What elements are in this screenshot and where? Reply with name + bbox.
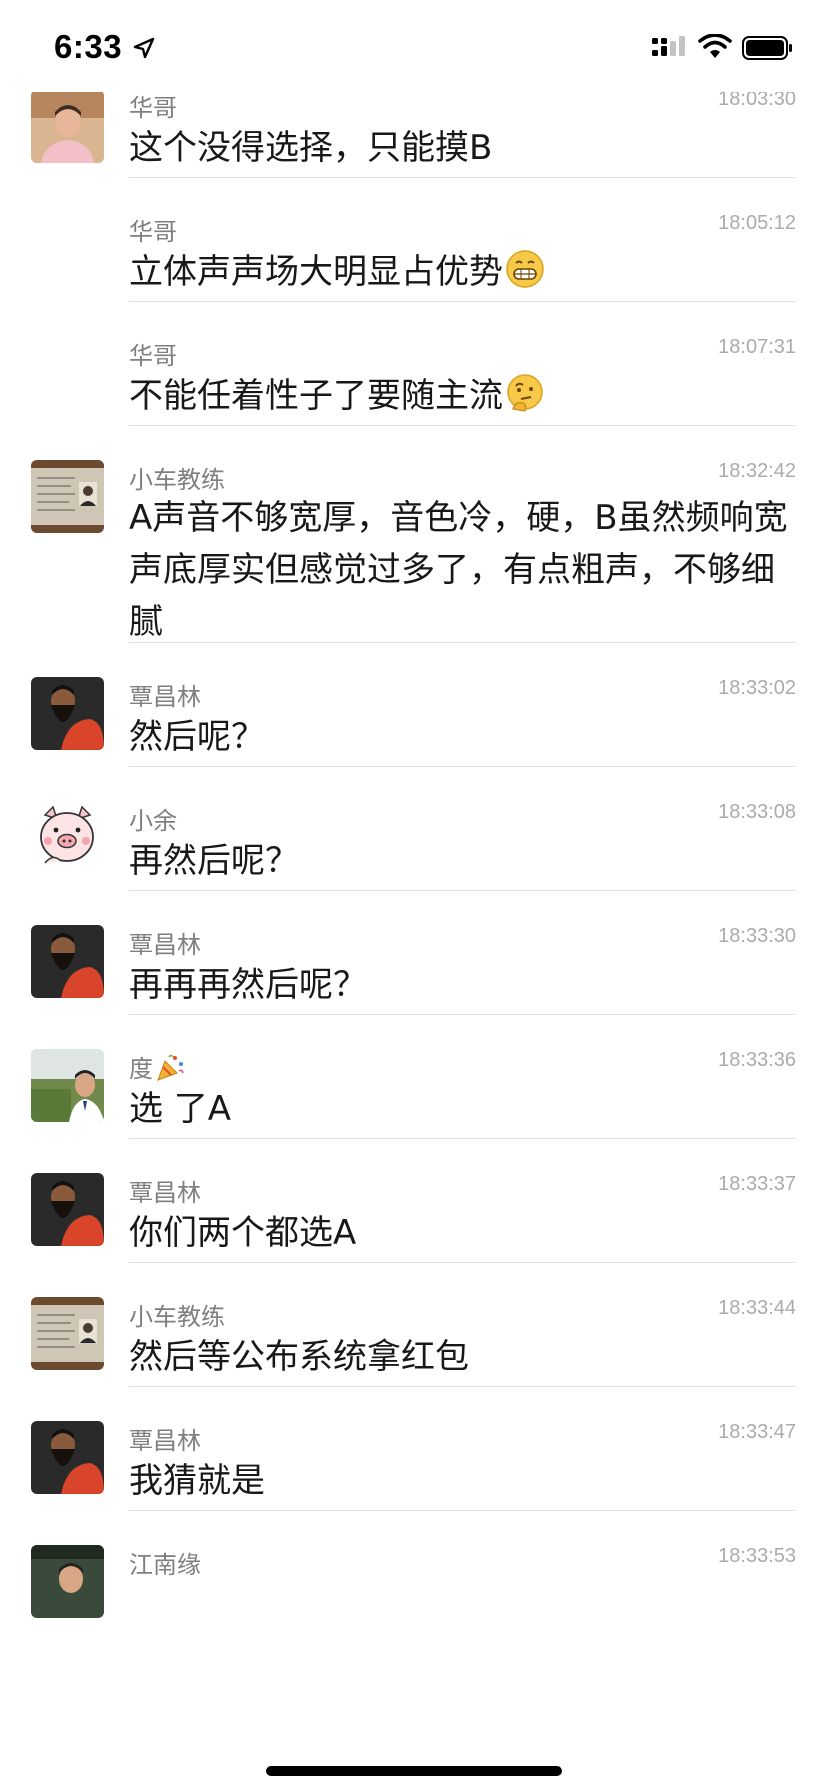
message-text-content: 不能任着性子了要随主流: [129, 376, 503, 416]
cellular-signal-icon: [652, 36, 685, 56]
message-row[interactable]: 小车教练 18:32:42 A声音不够宽厚，音色冷，硬，B虽然频响宽声底厚实但感…: [0, 426, 828, 643]
message-time: 18:33:37: [718, 1173, 796, 1195]
sender-name: 小车教练: [129, 1303, 225, 1331]
message-text[interactable]: 然后呢？: [129, 711, 801, 763]
avatar-tan-chang-lin[interactable]: [31, 677, 104, 750]
message-text[interactable]: 立体声声场大明显占优势: [129, 246, 801, 298]
message-row[interactable]: 覃昌林 18:33:47 我猜就是: [0, 1387, 828, 1511]
message-time: 18:07:31: [718, 336, 796, 358]
avatar-tan-chang-lin[interactable]: [31, 925, 104, 998]
avatar-tan-chang-lin[interactable]: [31, 1421, 104, 1494]
sender-name: 华哥: [129, 94, 177, 122]
message-text[interactable]: 再再再然后呢？: [129, 959, 801, 1011]
avatar-xiao-yu[interactable]: [31, 801, 104, 874]
sender-name: 度: [129, 1049, 185, 1084]
message-text[interactable]: 不能任着性子了要随主流: [129, 370, 801, 422]
avatar-hua-ge[interactable]: [31, 90, 104, 163]
home-indicator[interactable]: [266, 1766, 562, 1776]
message-text[interactable]: 然后等公布系统拿红包: [129, 1331, 801, 1383]
sender-name: 覃昌林: [129, 1179, 201, 1207]
message-text[interactable]: 我猜就是: [129, 1455, 801, 1507]
message-row[interactable]: 江南缘 18:33:53: [0, 1511, 828, 1618]
sender-name: 华哥: [129, 342, 177, 370]
message-text[interactable]: 选 了A: [129, 1083, 801, 1135]
battery-icon: [742, 36, 792, 60]
party-popper-emoji-icon: [157, 1054, 184, 1081]
avatar-xiao-che-jiao-lian[interactable]: [31, 460, 104, 533]
thinking-face-emoji-icon: [507, 374, 543, 412]
message-text-content: 立体声声场大明显占优势: [129, 252, 503, 292]
status-bar: 6:33: [0, 0, 828, 92]
message-time: 18:33:08: [718, 801, 796, 823]
sender-name: 覃昌林: [129, 683, 201, 711]
message-row[interactable]: 小车教练 18:33:44 然后等公布系统拿红包: [0, 1263, 828, 1387]
avatar-jiang-nan-yuan[interactable]: [31, 1545, 104, 1618]
grinning-face-emoji-icon: [506, 250, 544, 288]
chat-history-list[interactable]: 华哥 18:03:30 这个没得选择，只能摸B 华哥 18:05:12 立体声声…: [0, 80, 828, 1618]
sender-name: 小余: [129, 807, 177, 835]
message-row[interactable]: 覃昌林 18:33:37 你们两个都选A: [0, 1139, 828, 1263]
message-text[interactable]: A声音不够宽厚，音色冷，硬，B虽然频响宽声底厚实但感觉过多了，有点粗声，不够细腻: [129, 492, 801, 648]
sender-name: 江南缘: [129, 1551, 201, 1579]
avatar-tan-chang-lin[interactable]: [31, 1173, 104, 1246]
avatar-xiao-che-jiao-lian[interactable]: [31, 1297, 104, 1370]
location-arrow-icon: [133, 37, 155, 59]
message-row[interactable]: 覃昌林 18:33:02 然后呢？: [0, 643, 828, 767]
sender-name: 华哥: [129, 218, 177, 246]
wifi-icon: [698, 34, 732, 58]
sender-name-text: 度: [129, 1055, 153, 1083]
message-row[interactable]: 度 18:33:36 选 了A: [0, 1015, 828, 1139]
status-time: 6:33: [54, 28, 123, 65]
message-time: 18:33:36: [718, 1049, 796, 1071]
message-text[interactable]: 你们两个都选A: [129, 1207, 801, 1259]
message-row[interactable]: 华哥 18:07:31 不能任着性子了要随主流: [0, 302, 828, 426]
message-time: 18:33:47: [718, 1421, 796, 1443]
message-time: 18:33:30: [718, 925, 796, 947]
avatar-du[interactable]: [31, 1049, 104, 1122]
message-row[interactable]: 华哥 18:03:30 这个没得选择，只能摸B: [0, 80, 828, 178]
message-text[interactable]: 这个没得选择，只能摸B: [129, 122, 801, 174]
message-time: 18:33:44: [718, 1297, 796, 1319]
message-time: 18:33:53: [718, 1545, 796, 1567]
sender-name: 覃昌林: [129, 931, 201, 959]
sender-name: 小车教练: [129, 466, 225, 494]
message-text[interactable]: 再然后呢？: [129, 835, 801, 887]
message-row[interactable]: 华哥 18:05:12 立体声声场大明显占优势: [0, 178, 828, 302]
message-time: 18:33:02: [718, 677, 796, 699]
message-time: 18:05:12: [718, 212, 796, 234]
message-row[interactable]: 小余 18:33:08 再然后呢？: [0, 767, 828, 891]
message-time: 18:32:42: [718, 460, 796, 482]
sender-name: 覃昌林: [129, 1427, 201, 1455]
message-row[interactable]: 覃昌林 18:33:30 再再再然后呢？: [0, 891, 828, 1015]
